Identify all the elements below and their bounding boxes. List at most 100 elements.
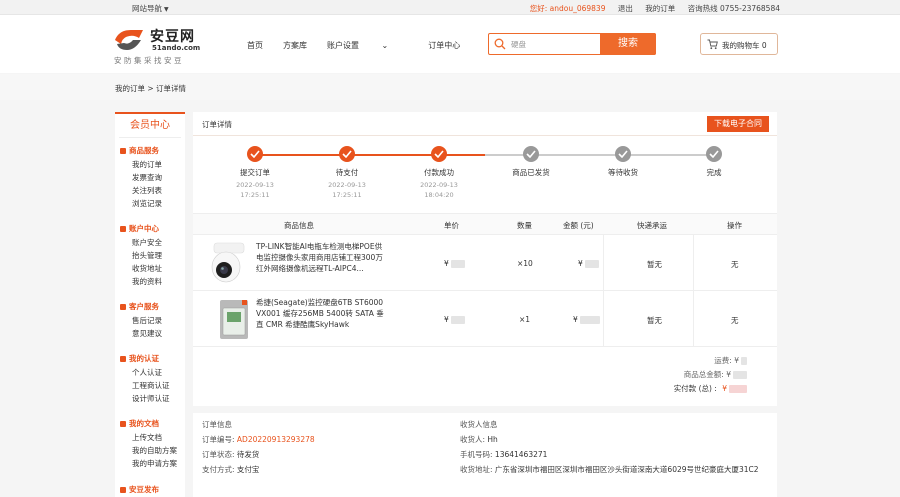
paid-total: 实付款 (总) : ¥ xyxy=(674,383,747,397)
logo-domain: 51ando.com xyxy=(152,44,201,52)
chevron-down-icon: ▼ xyxy=(164,6,169,13)
step-time: 18:04:20 xyxy=(424,191,454,199)
logout-link[interactable]: 退出 xyxy=(618,4,633,13)
order-progress: 提交订单 2022-09-13 17:25:11 待支付 2022-09-13 … xyxy=(193,144,777,209)
sidebar-item-upload-doc[interactable]: 上传文档 xyxy=(132,432,162,443)
order-items-table: 商品信息 单价 数量 金额 (元) 快递承运 操作 TP-LINK智能AI电瓶车… xyxy=(193,213,777,347)
sidebar-item-profile[interactable]: 我的资料 xyxy=(132,276,162,287)
sidebar-title: 会员中心 xyxy=(119,114,181,138)
hard-drive-product-image[interactable] xyxy=(204,297,252,341)
breadcrumb[interactable]: 我的订单 > 订单详情 xyxy=(115,83,186,94)
order-number-label: 订单编号: xyxy=(202,435,237,444)
payment-method: 支付宝 xyxy=(236,465,260,474)
order-totals: 运费: ¥ 商品总金额: ¥ 实付款 (总) : ¥ xyxy=(674,355,747,397)
nav-order-center[interactable]: 订单中心 xyxy=(428,41,460,50)
step-label: 付款成功 xyxy=(424,168,454,177)
unit-price: ¥ xyxy=(444,259,465,268)
sidebar-item-self-solutions[interactable]: 我的自助方案 xyxy=(132,445,177,456)
section-marker-icon xyxy=(120,148,126,154)
shipping-currency: ¥ xyxy=(734,356,739,365)
sidebar-item-feedback[interactable]: 意见建议 xyxy=(132,328,162,339)
sidebar-item-personal-cert[interactable]: 个人认证 xyxy=(132,367,162,378)
breadcrumb-bar: 我的订单 > 订单详情 xyxy=(0,74,900,100)
sidebar-item-my-orders[interactable]: 我的订单 xyxy=(132,159,162,170)
hotline-text: 咨询热线 0755-23768584 xyxy=(687,4,780,13)
step-time: 17:25:11 xyxy=(332,191,362,199)
order-info-panel: 订单信息 订单编号: AD20220913293278 订单状态: 待发货 支付… xyxy=(193,413,777,497)
unit-price-currency: ¥ xyxy=(444,259,449,268)
carrier: 暂无 xyxy=(647,316,662,325)
user-greeting[interactable]: 您好: andou_069839 xyxy=(530,4,606,13)
table-row: 希捷(Seagate)监控硬盘6TB ST6000VX001 缓存256MB 5… xyxy=(193,291,777,347)
product-name[interactable]: TP-LINK智能AI电瓶车检测电梯POE供电监控摄像头家用商用店铺工程300万… xyxy=(256,241,384,274)
check-icon xyxy=(431,146,447,162)
quantity: ×10 xyxy=(517,259,533,268)
cart-label: 我的购物车 0 xyxy=(722,40,767,51)
download-contract-button[interactable]: 下载电子合同 xyxy=(707,116,769,132)
sidebar-item-watchlist[interactable]: 关注列表 xyxy=(132,185,162,196)
nav-solutions[interactable]: 方案库 xyxy=(283,41,307,50)
search-input[interactable]: 硬盘 xyxy=(511,39,526,50)
sidebar-item-applied-solutions[interactable]: 我的申请方案 xyxy=(132,458,177,469)
search-button[interactable]: 搜索 xyxy=(600,33,656,55)
receiver-address: 广东省深圳市福田区深圳市福田区沙头街道深南大道6029号世纪豪庭大厦31C2 xyxy=(494,465,759,474)
amount-currency: ¥ xyxy=(578,259,583,268)
divider xyxy=(603,291,604,347)
order-info-title: 订单信息 xyxy=(202,420,232,429)
redacted-value xyxy=(450,316,465,324)
divider xyxy=(193,135,777,136)
receiver-phone: 13641463271 xyxy=(494,450,548,459)
cart-button[interactable]: 我的购物车 0 xyxy=(700,33,778,55)
receiver-name-row: 收货人: Hh xyxy=(460,434,759,449)
step-complete: 完成 xyxy=(674,144,754,178)
sidebar-item-security[interactable]: 账户安全 xyxy=(132,237,162,248)
receiver-name: Hh xyxy=(487,435,498,444)
check-icon xyxy=(339,146,355,162)
receiver-phone-row: 手机号码: 13641463271 xyxy=(460,449,759,464)
redacted-value xyxy=(579,316,600,324)
logo-slogan: 安防集采找安豆 xyxy=(114,56,184,65)
sidebar-item-address[interactable]: 收货地址 xyxy=(132,263,162,274)
step-label: 待支付 xyxy=(335,168,359,177)
nav-home[interactable]: 首页 xyxy=(247,41,263,50)
nav-account-settings[interactable]: 账户设置 ⌄ xyxy=(327,41,408,50)
order-status-row: 订单状态: 待发货 xyxy=(202,449,315,464)
sidebar-item-invoice[interactable]: 发票查询 xyxy=(132,172,162,183)
quantity: ×1 xyxy=(519,315,531,324)
paid-label: 实付款 (总) : xyxy=(673,384,720,393)
order-status-label: 订单状态: xyxy=(202,450,237,459)
sidebar-section-label: 我的文档 xyxy=(129,419,159,428)
goods-total: 商品总金额: ¥ xyxy=(674,369,747,383)
my-orders-link[interactable]: 我的订单 xyxy=(645,4,675,13)
camera-product-image[interactable] xyxy=(204,241,252,285)
sidebar-item-history[interactable]: 浏览记录 xyxy=(132,198,162,209)
sidebar-section-certification: 我的认证 xyxy=(120,353,159,364)
product-name[interactable]: 希捷(Seagate)监控硬盘6TB ST6000VX001 缓存256MB 5… xyxy=(256,297,384,330)
search-icon xyxy=(494,38,506,50)
nav-account-settings-label: 账户设置 xyxy=(327,41,359,50)
amount: ¥ xyxy=(578,259,599,268)
sidebar-section-label: 安豆发布 xyxy=(129,485,159,494)
col-action: 操作 xyxy=(727,221,742,230)
sidebar: 会员中心 商品服务 我的订单 发票查询 关注列表 浏览记录 账户中心 账户安全 … xyxy=(115,112,185,497)
sidebar-item-engineer-cert[interactable]: 工程商认证 xyxy=(132,380,170,391)
step-awaiting-payment: 待支付 2022-09-13 17:25:11 xyxy=(307,144,387,199)
sidebar-section-label: 账户中心 xyxy=(129,224,159,233)
order-number-row: 订单编号: AD20220913293278 xyxy=(202,434,315,449)
col-carrier: 快递承运 xyxy=(637,221,667,230)
sidebar-item-invoice-title[interactable]: 抬头管理 xyxy=(132,250,162,261)
col-amount: 金额 (元) xyxy=(563,221,594,230)
site-logo[interactable]: 安豆网 51ando.com 安防集采找安豆 xyxy=(113,25,213,69)
site-nav-menu[interactable]: 网站导航 ▼ xyxy=(132,3,169,14)
step-submitted: 提交订单 2022-09-13 17:25:11 xyxy=(215,144,295,199)
sidebar-section-publish: 安豆发布 xyxy=(120,484,159,495)
sidebar-item-after-sales[interactable]: 售后记录 xyxy=(132,315,162,326)
step-awaiting-receipt: 等待收货 xyxy=(583,144,663,178)
sidebar-item-designer-cert[interactable]: 设计师认证 xyxy=(132,393,170,404)
sidebar-section-customer-service: 客户服务 xyxy=(120,301,159,312)
cart-icon xyxy=(707,39,718,50)
order-number[interactable]: AD20220913293278 xyxy=(237,435,315,444)
receiver-phone-label: 手机号码: xyxy=(460,450,495,459)
receiver-info: 收货人信息 收货人: Hh 手机号码: 13641463271 收货地址: 广东… xyxy=(460,419,759,479)
logo-name: 安豆网 xyxy=(150,29,195,45)
